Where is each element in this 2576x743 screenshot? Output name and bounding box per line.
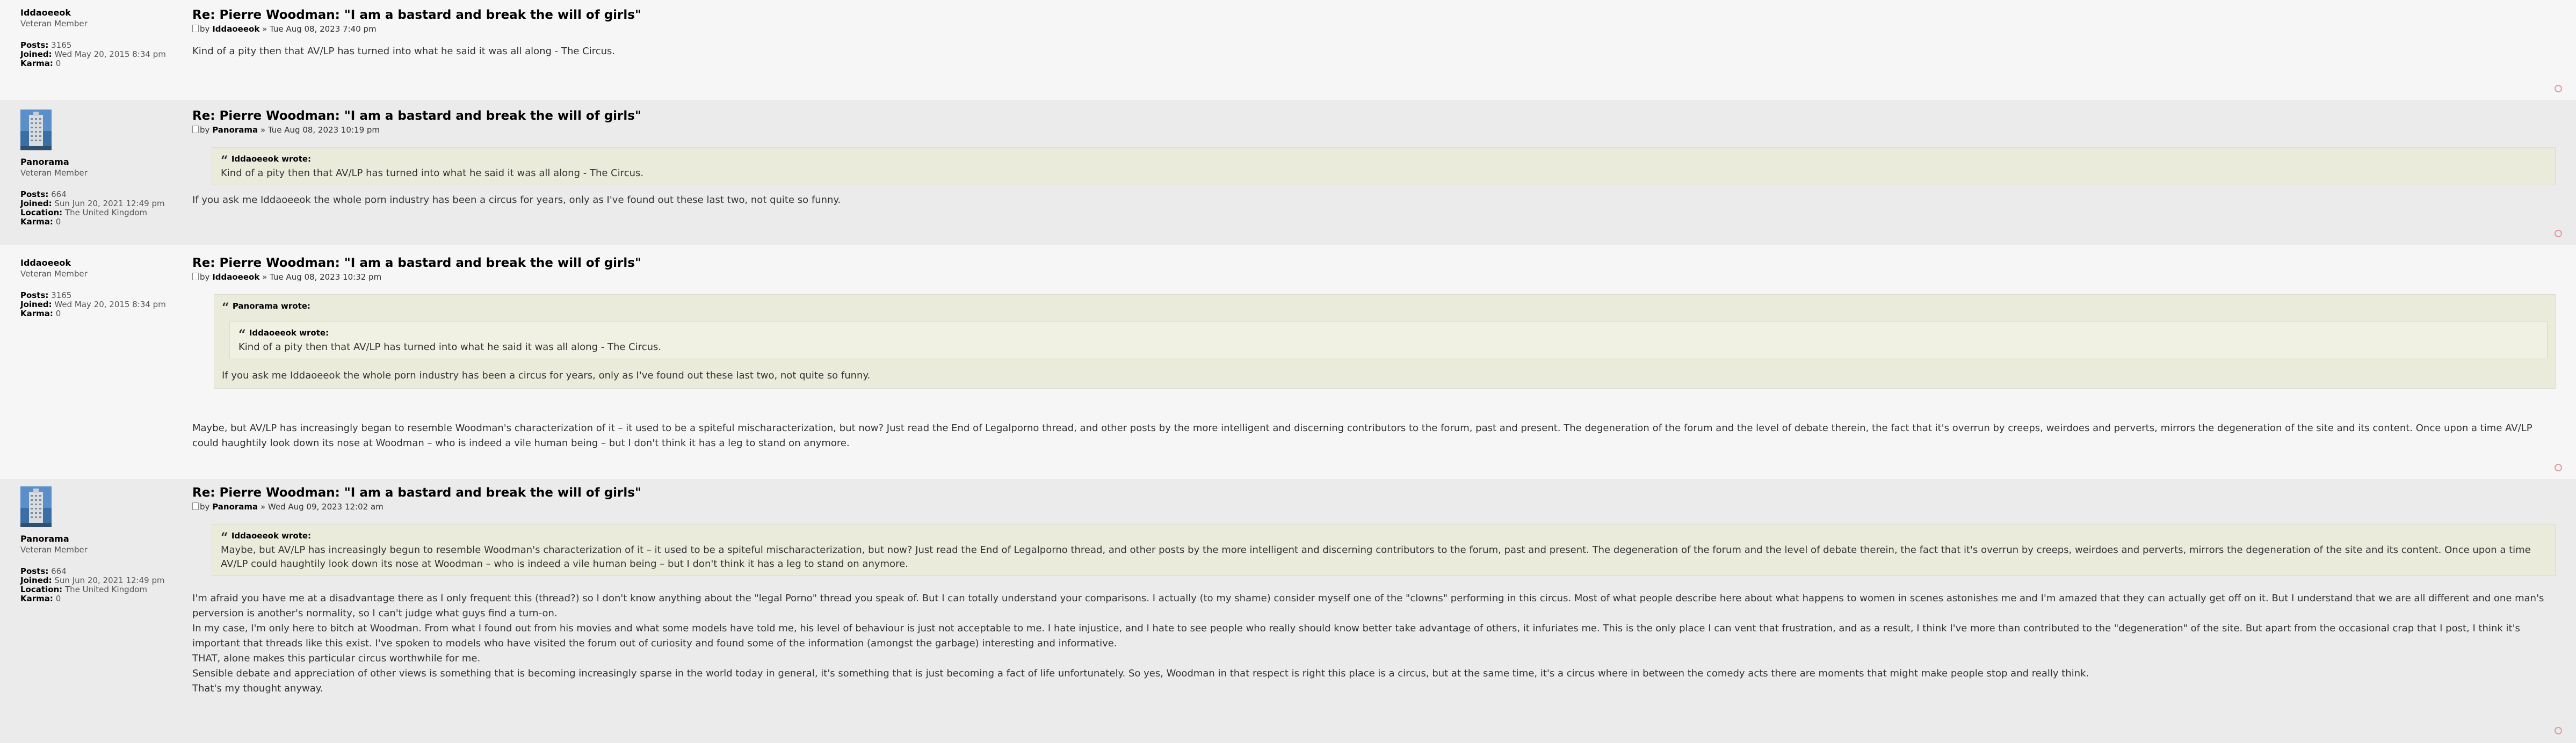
profile-location: Location: The United Kingdom [20, 585, 148, 594]
posts-count[interactable]: 3165 [51, 290, 71, 300]
post-date: » Tue Aug 08, 2023 10:19 pm [260, 125, 380, 135]
post-date: » Tue Aug 08, 2023 10:32 pm [262, 272, 382, 282]
post-title[interactable]: Re: Pierre Woodman: "I am a bastard and … [192, 256, 2556, 271]
profile-posts: Posts: 3165 [20, 290, 72, 300]
post-profile: Iddaoeeok Veteran Member Posts: 3165 Joi… [20, 8, 182, 68]
quote-text: Kind of a pity then that AV/LP has turne… [221, 167, 644, 179]
quote-cite: “Iddaoeeok wrote: [238, 326, 329, 342]
quote-text: Kind of a pity then that AV/LP has turne… [238, 341, 662, 353]
post-body: Re: Pierre Woodman: "I am a bastard and … [192, 108, 2556, 208]
profile-joined: Joined: Sun Jun 20, 2021 12:49 pm [20, 576, 165, 585]
profile-joined: Joined: Sun Jun 20, 2021 12:49 pm [20, 199, 165, 208]
quote-cite: “Panorama wrote: [222, 300, 310, 315]
posts-count[interactable]: 664 [51, 190, 67, 199]
quote-text: If you ask me Iddaoeeok the whole porn i… [222, 370, 871, 381]
building-avatar[interactable] [20, 486, 52, 527]
profile-karma: Karma: 0 [20, 309, 61, 318]
post-title[interactable]: Re: Pierre Woodman: "I am a bastard and … [192, 108, 2556, 123]
post-content: “Panorama wrote: “Iddaoeeok wrote: Kind … [192, 294, 2556, 451]
post-icon[interactable] [192, 273, 199, 280]
profile-karma: Karma: 0 [20, 594, 61, 603]
post-icon[interactable] [192, 502, 199, 510]
post-date: » Tue Aug 08, 2023 7:40 pm [262, 24, 377, 34]
user-rank: Veteran Member [20, 168, 88, 178]
quote-block: “Iddaoeeok wrote: Maybe, but AV/LP has i… [212, 524, 2556, 576]
profile-joined: Joined: Wed May 20, 2015 8:34 pm [20, 49, 166, 59]
quote-icon: “ [238, 326, 246, 342]
post-author[interactable]: Iddaoeeok [212, 24, 259, 34]
quote-block: “Iddaoeeok wrote: Kind of a pity then th… [212, 147, 2556, 185]
post-title[interactable]: Re: Pierre Woodman: "I am a bastard and … [192, 485, 2556, 500]
quote-cite: “Iddaoeeok wrote: [221, 529, 312, 545]
post: Iddaoeeok Veteran Member Posts: 3165 Joi… [0, 0, 2576, 101]
profile-posts: Posts: 664 [20, 566, 67, 576]
post-content: “Iddaoeeok wrote: Kind of a pity then th… [192, 147, 2556, 208]
back-to-top-icon[interactable] [2555, 727, 2562, 734]
post-author-line: by Iddaoeeok » Tue Aug 08, 2023 10:32 pm [192, 272, 2556, 282]
posts-count[interactable]: 664 [51, 566, 67, 576]
posts-count[interactable]: 3165 [51, 40, 71, 50]
post-body: Re: Pierre Woodman: "I am a bastard and … [192, 256, 2556, 451]
post: Panorama Veteran Member Posts: 664 Joine… [0, 479, 2576, 743]
quote-icon: “ [222, 300, 229, 315]
back-to-top-icon[interactable] [2555, 464, 2562, 471]
quote-cite: “Iddaoeeok wrote: [221, 152, 312, 168]
quote-icon: “ [221, 529, 228, 545]
profile-location: Location: The United Kingdom [20, 208, 148, 217]
user-rank: Veteran Member [20, 269, 88, 279]
post-date: » Wed Aug 09, 2023 12:02 am [260, 502, 383, 512]
user-rank: Veteran Member [20, 545, 88, 555]
quote-block: “Panorama wrote: “Iddaoeeok wrote: Kind … [214, 294, 2556, 389]
username[interactable]: Panorama [20, 534, 182, 544]
username[interactable]: Iddaoeeok [20, 8, 182, 18]
post-icon[interactable] [192, 25, 199, 32]
post-body: Re: Pierre Woodman: "I am a bastard and … [192, 485, 2556, 696]
nested-quote-block: “Iddaoeeok wrote: Kind of a pity then th… [229, 321, 2548, 359]
post-title[interactable]: Re: Pierre Woodman: "I am a bastard and … [192, 8, 2556, 23]
post-profile: Panorama Veteran Member Posts: 664 Joine… [20, 486, 182, 603]
post-profile: Iddaoeeok Veteran Member Posts: 3165 Joi… [20, 258, 182, 318]
post-author[interactable]: Panorama [212, 125, 258, 135]
user-rank: Veteran Member [20, 19, 88, 28]
post-author-line: by Panorama » Wed Aug 09, 2023 12:02 am [192, 501, 2556, 512]
post-author[interactable]: Panorama [212, 502, 258, 512]
quote-text: Maybe, but AV/LP has increasingly begun … [221, 544, 2531, 570]
back-to-top-icon[interactable] [2555, 85, 2562, 92]
quote-icon: “ [221, 152, 228, 168]
post-body: Re: Pierre Woodman: "I am a bastard and … [192, 8, 2556, 59]
post: Panorama Veteran Member Posts: 664 Joine… [0, 100, 2576, 246]
username[interactable]: Panorama [20, 157, 182, 167]
post-content: Kind of a pity then that AV/LP has turne… [192, 46, 616, 57]
post-content: “Iddaoeeok wrote: Maybe, but AV/LP has i… [192, 524, 2556, 696]
post-author-line: by Panorama » Tue Aug 08, 2023 10:19 pm [192, 125, 2556, 135]
username[interactable]: Iddaoeeok [20, 258, 182, 268]
profile-joined: Joined: Wed May 20, 2015 8:34 pm [20, 300, 166, 309]
profile-karma: Karma: 0 [20, 217, 61, 227]
back-to-top-icon[interactable] [2555, 230, 2562, 237]
post-author[interactable]: Iddaoeeok [212, 272, 259, 282]
post-profile: Panorama Veteran Member Posts: 664 Joine… [20, 110, 182, 227]
profile-posts: Posts: 3165 [20, 40, 72, 50]
profile-posts: Posts: 664 [20, 190, 67, 199]
post: Iddaoeeok Veteran Member Posts: 3165 Joi… [0, 245, 2576, 480]
post-author-line: by Iddaoeeok » Tue Aug 08, 2023 7:40 pm [192, 24, 2556, 34]
building-avatar[interactable] [20, 110, 52, 150]
profile-karma: Karma: 0 [20, 59, 61, 68]
post-icon[interactable] [192, 126, 199, 133]
